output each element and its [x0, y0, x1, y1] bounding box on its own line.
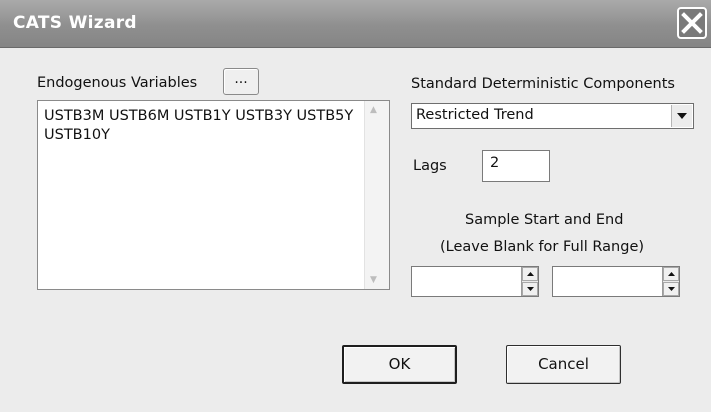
spin-up-arrow-icon [527, 272, 534, 276]
sample-end-decrement[interactable] [663, 282, 679, 296]
chevron-down-icon [677, 113, 687, 119]
sample-start-increment[interactable] [522, 267, 538, 281]
lags-input[interactable]: 2 [482, 150, 550, 182]
endogenous-variables-text: USTB3M USTB6M USTB1Y USTB3Y USTB5Y USTB1… [44, 108, 354, 143]
window-title: CATS Wizard [13, 13, 137, 33]
endogenous-variables-list[interactable]: USTB3M USTB6M USTB1Y USTB3Y USTB5Y USTB1… [37, 100, 390, 290]
sample-start-spinner [521, 267, 538, 296]
deterministic-selected-value: Restricted Trend [416, 107, 534, 123]
spin-down-arrow-icon [527, 287, 534, 291]
browse-variables-button[interactable]: ... [223, 68, 259, 95]
sample-start-decrement[interactable] [522, 282, 538, 296]
dropdown-button[interactable] [671, 105, 692, 127]
sample-start-input[interactable] [411, 266, 539, 297]
lags-value: 2 [490, 155, 500, 171]
close-button[interactable] [677, 7, 707, 39]
vertical-scrollbar[interactable]: ▲ ▼ [364, 101, 389, 289]
spin-down-arrow-icon [668, 287, 675, 291]
sample-end-increment[interactable] [663, 267, 679, 281]
ok-button[interactable]: OK [342, 345, 457, 384]
cancel-button[interactable]: Cancel [506, 345, 621, 384]
close-icon [681, 12, 703, 34]
sample-range-label: Sample Start and End [465, 212, 624, 228]
title-bar: CATS Wizard [0, 0, 711, 48]
spin-up-arrow-icon [668, 272, 675, 276]
sample-range-hint: (Leave Blank for Full Range) [440, 239, 645, 255]
lags-label: Lags [413, 158, 447, 174]
endogenous-variables-label: Endogenous Variables [37, 75, 198, 91]
sample-end-input[interactable] [552, 266, 680, 297]
deterministic-components-label: Standard Deterministic Components [411, 76, 675, 92]
scroll-up-arrow-icon[interactable]: ▲ [370, 105, 377, 115]
sample-end-spinner [662, 267, 679, 296]
scroll-down-arrow-icon[interactable]: ▼ [370, 275, 377, 285]
deterministic-components-select[interactable]: Restricted Trend [411, 103, 694, 129]
